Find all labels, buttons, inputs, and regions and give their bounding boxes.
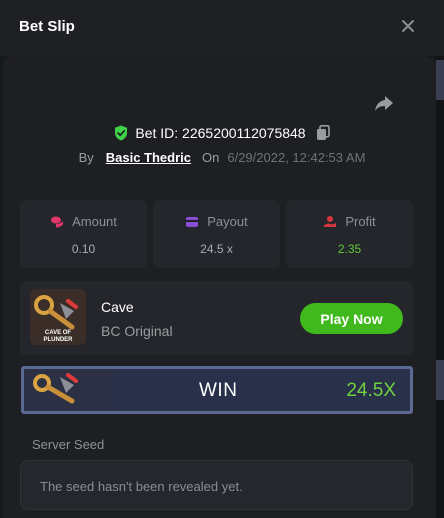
by-label: By bbox=[78, 149, 94, 165]
play-now-button[interactable]: Play Now bbox=[300, 303, 403, 334]
wallet-icon bbox=[186, 216, 199, 227]
result-multiplier: 24.5X bbox=[346, 380, 396, 401]
close-icon[interactable] bbox=[399, 17, 417, 35]
user-link[interactable]: Basic Thedric bbox=[106, 150, 191, 165]
background-art bbox=[436, 60, 444, 100]
bet-id-row: Bet ID: 2265200112075848 bbox=[0, 123, 444, 143]
game-card: CAVE OF PLUNDER Cave BC Original Play No… bbox=[20, 281, 413, 355]
amount-label: Amount bbox=[72, 214, 117, 229]
share-icon[interactable] bbox=[373, 92, 395, 114]
modal-header: Bet Slip bbox=[0, 0, 444, 56]
bet-date: 6/29/2022, 12:42:53 AM bbox=[227, 149, 366, 165]
game-thumbnail[interactable]: CAVE OF PLUNDER bbox=[30, 289, 86, 345]
profit-hand-icon bbox=[324, 215, 337, 227]
background-sliver bbox=[436, 0, 444, 518]
game-logo-art: CAVE OF PLUNDER bbox=[30, 289, 86, 345]
amount-card: Amount 0.10 bbox=[20, 200, 147, 268]
server-seed-field[interactable]: The seed hasn't been revealed yet. bbox=[20, 460, 413, 510]
payout-value: 24.5 x bbox=[200, 242, 233, 256]
copy-icon[interactable] bbox=[316, 125, 330, 141]
amount-value: 0.10 bbox=[71, 242, 96, 256]
amount-label-row: Amount bbox=[20, 214, 147, 229]
bet-id: Bet ID: 2265200112075848 bbox=[135, 125, 306, 141]
profit-label-row: Profit bbox=[286, 214, 413, 229]
payout-label-row: Payout bbox=[153, 214, 280, 229]
server-seed-label: Server Seed bbox=[32, 437, 105, 452]
thumb-text-2: PLUNDER bbox=[43, 337, 73, 343]
thumb-text-1: CAVE OF bbox=[45, 330, 72, 336]
coins-icon bbox=[51, 216, 64, 227]
profit-label: Profit bbox=[345, 214, 376, 229]
treasure-key-icon bbox=[24, 369, 114, 411]
server-seed-placeholder: The seed hasn't been revealed yet. bbox=[40, 479, 243, 494]
game-name: Cave bbox=[101, 299, 134, 315]
result-banner: WIN 24.5X bbox=[21, 366, 413, 414]
result-label: WIN bbox=[199, 380, 238, 401]
profit-value: 2.35 bbox=[337, 242, 362, 256]
payout-label: Payout bbox=[207, 214, 248, 229]
game-provider: BC Original bbox=[101, 323, 173, 339]
verified-shield-icon bbox=[115, 125, 128, 141]
background-art bbox=[436, 360, 444, 400]
profit-card: Profit 2.35 bbox=[286, 200, 413, 268]
on-label: On bbox=[202, 149, 220, 165]
bet-meta-row: By Basic Thedric On 6/29/2022, 12:42:53 … bbox=[0, 148, 444, 166]
modal-title: Bet Slip bbox=[19, 18, 75, 35]
payout-card: Payout 24.5 x bbox=[153, 200, 280, 268]
